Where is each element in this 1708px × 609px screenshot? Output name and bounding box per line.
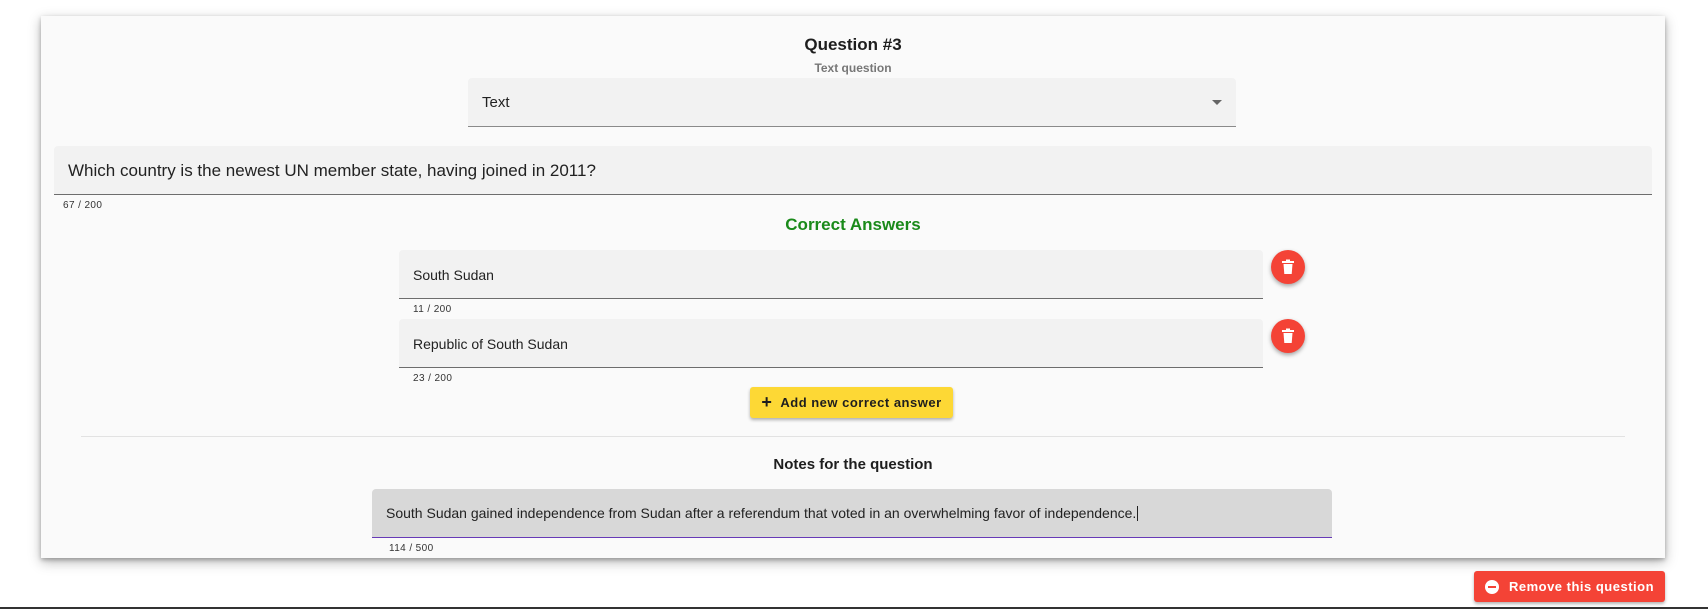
correct-answer-value: Republic of South Sudan [413,336,568,352]
question-text-counter: 67 / 200 [63,200,103,211]
remove-question-label: Remove this question [1508,579,1655,594]
correct-answers-heading: Correct Answers [785,215,921,234]
correct-answer-input[interactable]: Republic of South Sudan [399,319,1263,368]
section-divider [81,436,1625,437]
remove-question-button[interactable]: Remove this question [1474,571,1665,602]
correct-answer-counter: 23 / 200 [413,373,453,384]
question-title: Question #3 [804,35,902,54]
notes-counter: 114 / 500 [389,543,434,554]
correct-answer-value: South Sudan [413,267,494,283]
plus-icon: + [761,391,773,412]
trash-icon [1282,328,1294,343]
text-caret [1137,506,1139,521]
question-text-value: Which country is the newest UN member st… [68,161,596,180]
notes-input[interactable]: South Sudan gained independence from Sud… [372,489,1332,538]
question-subtitle: Text question [814,61,892,75]
dropdown-arrow-icon [1212,100,1222,105]
delete-answer-button[interactable] [1271,250,1305,284]
correct-answer-input[interactable]: South Sudan [399,250,1263,299]
question-text-input[interactable]: Which country is the newest UN member st… [54,146,1652,195]
trash-icon [1282,259,1294,274]
notes-value: South Sudan gained independence from Sud… [386,505,1139,521]
question-type-select[interactable]: Text [468,78,1236,127]
correct-answer-counter: 11 / 200 [413,304,452,315]
delete-answer-button[interactable] [1271,319,1305,353]
add-correct-answer-label: Add new correct answer [780,395,942,410]
remove-circle-icon [1484,579,1499,594]
add-correct-answer-button[interactable]: + Add new correct answer [750,387,953,418]
notes-heading: Notes for the question [773,456,933,473]
question-type-value: Text [482,94,510,111]
question-card: Question #3 Text question Text Which cou… [41,16,1665,558]
